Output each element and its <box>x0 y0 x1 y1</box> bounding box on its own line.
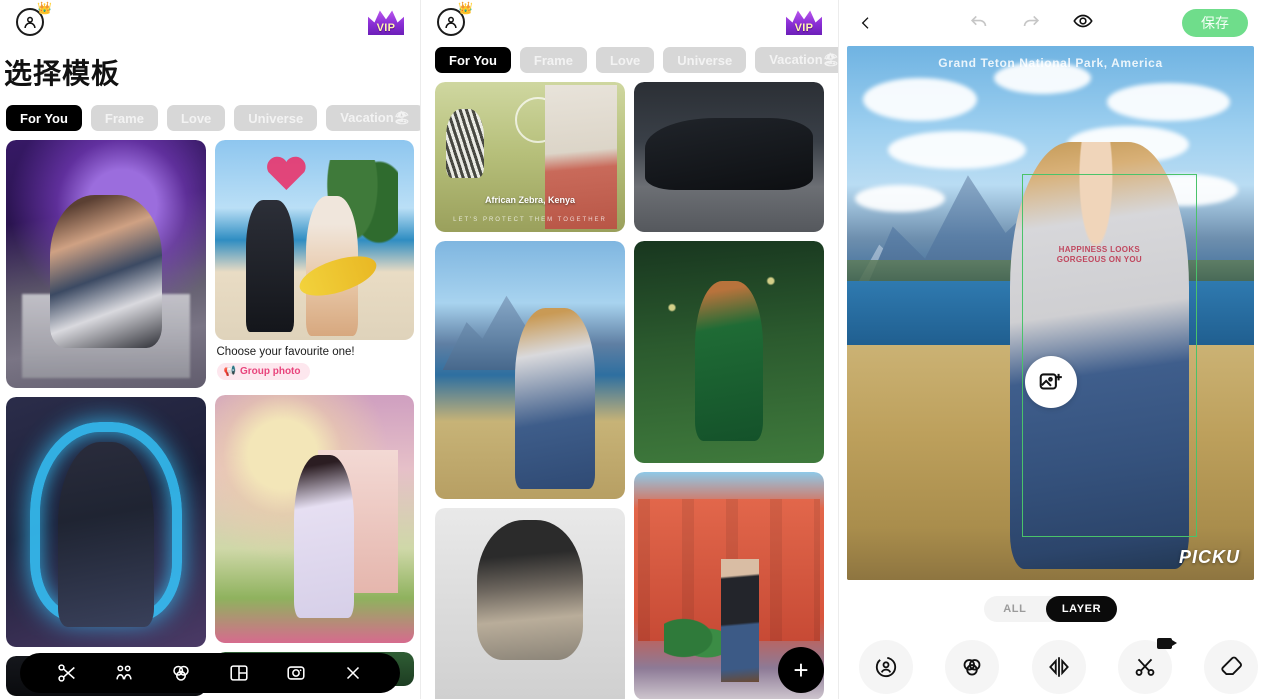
cutout-video-icon[interactable] <box>1117 638 1177 694</box>
template-thumbnail <box>634 82 824 232</box>
camera-icon[interactable] <box>285 662 307 684</box>
template-thumbnail <box>6 140 206 388</box>
portrait-retouch-icon[interactable] <box>859 640 913 694</box>
template-thumbnail <box>435 241 625 499</box>
avatar[interactable]: 👑 <box>437 2 473 38</box>
template-thumbnail <box>214 395 414 643</box>
bottom-toolbar <box>20 653 400 693</box>
editor-canvas[interactable]: Grand Teton National Park, America HAPPI… <box>847 46 1254 580</box>
editor-actions <box>879 10 1182 37</box>
editor-top-bar: 保存 <box>839 0 1262 46</box>
category-tabs: For You Frame Love Universe Vacation🏖 Cr… <box>421 46 838 74</box>
editor-panel: 保存 Grand Teton National Park, America HA… <box>838 0 1262 699</box>
eye-icon[interactable] <box>1072 10 1094 37</box>
redo-icon[interactable] <box>1020 10 1042 37</box>
template-thumbnail <box>634 241 824 463</box>
picku-watermark: PICKU <box>1178 547 1240 567</box>
tab-frame[interactable]: Frame <box>90 105 158 131</box>
scissors-icon[interactable] <box>56 662 78 684</box>
grid-column-right: Choose your favourite one! 📢 Group photo <box>214 140 414 696</box>
avatar[interactable]: 👑 <box>16 2 52 38</box>
tab-for-you[interactable]: For You <box>435 47 511 73</box>
layer-scope-toggle: ALL LAYER <box>839 596 1262 622</box>
vip-label: VIP <box>794 22 814 34</box>
template-thumbnail: African Zebra, Kenya LET'S PROTECT THEM … <box>435 82 625 232</box>
template-card-group-photo[interactable]: Choose your favourite one! 📢 Group photo <box>214 140 414 386</box>
people-icon[interactable] <box>113 662 135 684</box>
grid-column-right <box>634 82 824 699</box>
template-card[interactable] <box>634 241 824 463</box>
template-grid: Choose your favourite one! 📢 Group photo <box>0 132 420 696</box>
tab-love[interactable]: Love <box>166 105 226 131</box>
status-badge: 📢 Group photo <box>216 363 310 380</box>
canvas-title-overlay: Grand Teton National Park, America <box>938 56 1163 70</box>
template-thumbnail <box>214 140 414 340</box>
vip-badge[interactable]: VIP <box>786 9 822 37</box>
template-grid: African Zebra, Kenya LET'S PROTECT THEM … <box>421 74 838 699</box>
editor-tool-row <box>839 622 1262 694</box>
megaphone-icon: 📢 <box>223 366 236 377</box>
tab-frame[interactable]: Frame <box>519 47 587 73</box>
add-image-button[interactable] <box>1024 356 1077 409</box>
tab-for-you[interactable]: For You <box>6 105 82 131</box>
segment-layer[interactable]: LAYER <box>1045 596 1118 622</box>
grid-column-left: African Zebra, Kenya LET'S PROTECT THEM … <box>435 82 625 699</box>
template-card[interactable] <box>6 397 206 647</box>
tab-vacation[interactable]: Vacation🏖 <box>755 47 838 73</box>
layout-icon[interactable] <box>228 662 250 684</box>
mirror-flip-icon[interactable] <box>1031 640 1086 694</box>
template-card[interactable] <box>435 508 625 699</box>
close-icon[interactable] <box>342 662 364 684</box>
color-circles-icon[interactable] <box>170 662 192 684</box>
badge-label: Group photo <box>239 366 301 377</box>
template-picker-panel: 👑 VIP 选择模板 For You Frame Love Universe V… <box>0 0 420 699</box>
save-button[interactable]: 保存 <box>1182 9 1248 37</box>
grid-column-left <box>6 140 206 696</box>
template-thumbnail <box>435 508 625 699</box>
zebra-card-subtitle: LET'S PROTECT THEM TOGETHER <box>453 217 607 223</box>
app-screen: 👑 VIP 选择模板 For You Frame Love Universe V… <box>0 0 1262 699</box>
filter-icon[interactable] <box>945 640 1000 694</box>
vip-badge[interactable]: VIP <box>368 9 404 37</box>
tab-love[interactable]: Love <box>595 47 655 73</box>
tab-universe[interactable]: Universe <box>234 105 318 131</box>
template-card[interactable] <box>435 241 625 499</box>
tab-vacation[interactable]: Vacation🏖 <box>326 105 420 131</box>
template-card[interactable] <box>634 82 824 232</box>
tab-universe[interactable]: Universe <box>663 47 747 73</box>
eraser-icon[interactable] <box>1204 640 1258 694</box>
category-tabs: For You Frame Love Universe Vacation🏖 Cr… <box>0 104 420 132</box>
add-template-fab[interactable]: + <box>778 647 824 693</box>
template-picker-panel-scrolled: 👑 VIP For You Frame Love Universe Vacati… <box>420 0 838 699</box>
template-thumbnail <box>6 397 206 647</box>
video-badge-icon <box>1156 638 1177 649</box>
vip-label: VIP <box>376 22 396 34</box>
segment-all[interactable]: ALL <box>984 596 1046 622</box>
template-card[interactable] <box>6 140 206 388</box>
template-card[interactable] <box>214 395 414 643</box>
panel1-top-bar: 👑 VIP <box>0 0 420 46</box>
page-title: 选择模板 <box>4 58 121 89</box>
chevron-left-icon[interactable] <box>853 10 879 36</box>
panel2-top-bar: 👑 VIP <box>421 0 838 46</box>
undo-icon[interactable] <box>968 10 990 37</box>
zebra-card-title: African Zebra, Kenya <box>484 195 576 205</box>
crown-icon: 👑 <box>458 1 473 15</box>
crown-icon: 👑 <box>37 1 52 15</box>
template-card-zebra[interactable]: African Zebra, Kenya LET'S PROTECT THEM … <box>435 82 625 232</box>
template-caption: Choose your favourite one! <box>216 346 355 358</box>
